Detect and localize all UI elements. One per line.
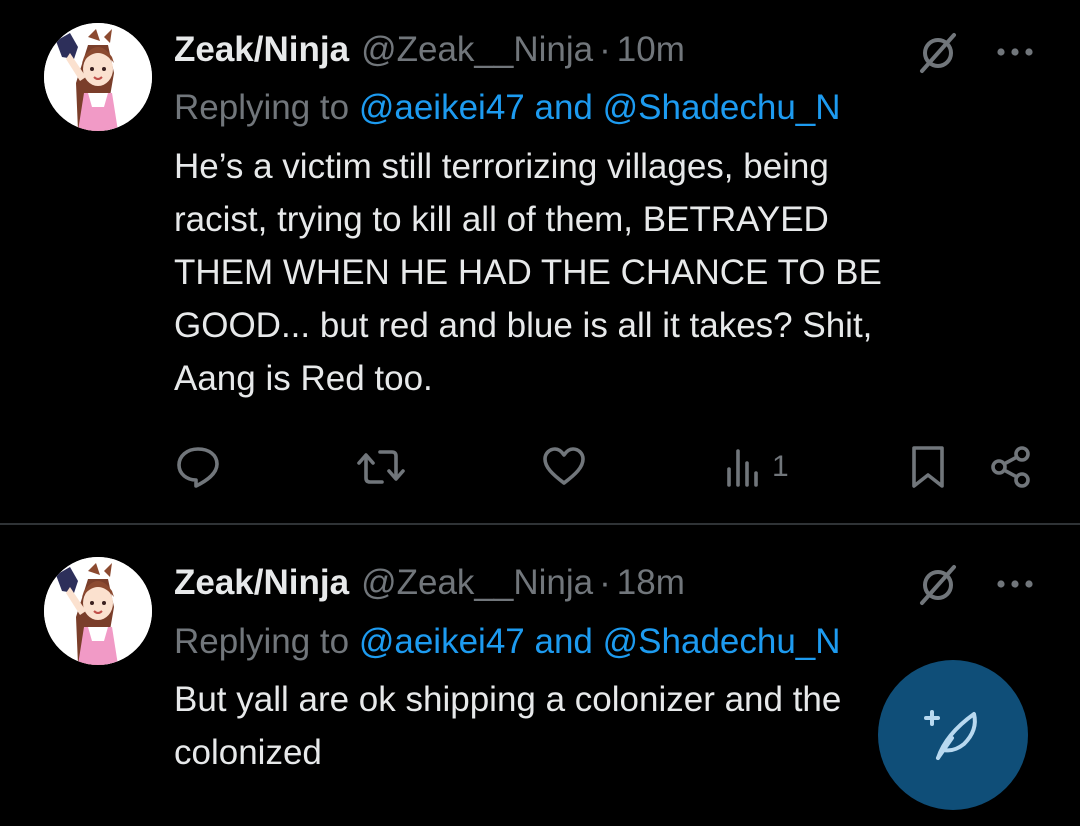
- views-icon: [727, 449, 758, 487]
- compose-button[interactable]: [878, 660, 1028, 810]
- replying-to-line: Replying to @aeikei47 and @Shadechu_N: [174, 86, 841, 130]
- timestamp[interactable]: 10m: [617, 28, 685, 72]
- grok-button[interactable]: [912, 562, 964, 608]
- retweet-icon: [357, 450, 405, 484]
- share-icon: [991, 446, 1030, 488]
- mention-link[interactable]: @aeikei47: [359, 622, 525, 661]
- mention-joiner: and: [534, 88, 593, 127]
- tweet-header: Zeak/Ninja @Zeak__Ninja · 18m: [174, 561, 685, 605]
- timeline: Zeak/Ninja @Zeak__Ninja · 10m Replying t…: [0, 0, 1080, 826]
- tweet-actions: 1: [0, 442, 1080, 492]
- views-count: 1: [772, 450, 789, 483]
- tweet[interactable]: Zeak/Ninja @Zeak__Ninja · 10m Replying t…: [0, 0, 1080, 524]
- mention-link[interactable]: @Shadechu_N: [603, 88, 841, 127]
- avatar[interactable]: [44, 23, 152, 131]
- bookmark-button[interactable]: [908, 442, 948, 492]
- timestamp[interactable]: 18m: [617, 561, 685, 605]
- display-name[interactable]: Zeak/Ninja: [174, 561, 349, 605]
- grok-icon: [920, 565, 956, 605]
- separator-dot: ·: [599, 30, 611, 69]
- avatar-image: [44, 557, 152, 665]
- retweet-button[interactable]: [356, 442, 406, 492]
- tweet-header: Zeak/Ninja @Zeak__Ninja · 10m: [174, 28, 685, 72]
- compose-feather-icon: [924, 710, 977, 760]
- more-icon: [997, 48, 1033, 56]
- grok-button[interactable]: [912, 30, 964, 76]
- reply-icon: [177, 447, 219, 488]
- user-handle[interactable]: @Zeak__Ninja: [361, 561, 593, 605]
- views-button[interactable]: 1: [724, 442, 789, 492]
- like-icon: [543, 447, 585, 485]
- grok-icon: [920, 33, 956, 73]
- tweet-text: He’s a victim still terrorizing villages…: [174, 147, 882, 398]
- mention-link[interactable]: @Shadechu_N: [603, 622, 841, 661]
- reply-button[interactable]: [175, 442, 221, 492]
- replying-prefix: Replying to: [174, 88, 350, 127]
- display-name[interactable]: Zeak/Ninja: [174, 28, 349, 72]
- more-button[interactable]: [990, 32, 1040, 72]
- user-handle[interactable]: @Zeak__Ninja: [361, 28, 593, 72]
- avatar-image: [44, 23, 152, 131]
- more-button[interactable]: [990, 564, 1040, 604]
- replying-to-line: Replying to @aeikei47 and @Shadechu_N: [174, 620, 841, 664]
- bookmark-icon: [912, 446, 944, 488]
- mention-link[interactable]: @aeikei47: [359, 88, 525, 127]
- replying-prefix: Replying to: [174, 622, 350, 661]
- share-button[interactable]: [988, 442, 1034, 492]
- mention-joiner: and: [534, 622, 593, 661]
- separator-dot: ·: [599, 563, 611, 602]
- like-button[interactable]: [541, 442, 587, 492]
- more-icon: [997, 580, 1033, 588]
- avatar[interactable]: [44, 557, 152, 665]
